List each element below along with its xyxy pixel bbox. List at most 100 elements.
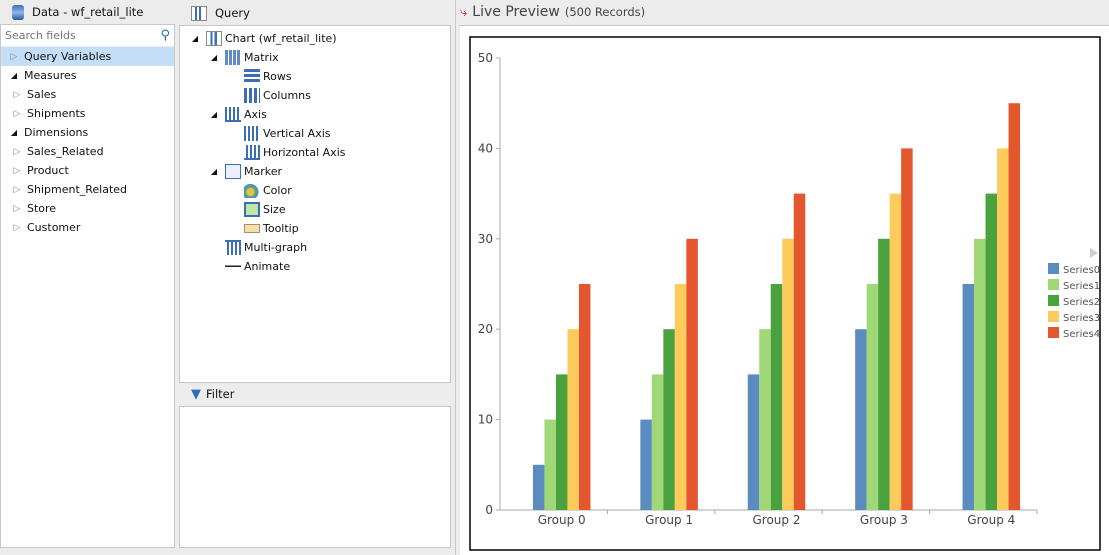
tree-item-label: Product bbox=[27, 164, 69, 177]
bar-series4-group-0 bbox=[578, 284, 591, 510]
tree-item-label: Customer bbox=[27, 221, 81, 234]
tree-item-label: Shipment_Related bbox=[27, 183, 128, 196]
query-item-label: Rows bbox=[263, 70, 292, 83]
collapsed-arrow-icon[interactable]: ▷ bbox=[7, 52, 21, 62]
query-item-chart-wf-retail-lite-[interactable]: ◢ Chart (wf_retail_lite) bbox=[180, 29, 450, 48]
collapsed-arrow-icon[interactable]: ▷ bbox=[10, 166, 24, 176]
query-item-label: Color bbox=[263, 184, 292, 197]
filter-panel[interactable] bbox=[179, 406, 451, 548]
query-item-label: Animate bbox=[244, 260, 291, 273]
bar-series0-group-2 bbox=[747, 374, 760, 510]
horizontal-axis-icon bbox=[244, 145, 260, 160]
tree-item-dimensions[interactable]: ◢ Dimensions bbox=[1, 123, 174, 142]
tree-item-query-variables[interactable]: ▷ Query Variables bbox=[1, 47, 174, 66]
record-count: (500 Records) bbox=[564, 5, 646, 19]
marker-icon bbox=[225, 164, 241, 179]
tree-item-sales-related[interactable]: ▷ Sales_Related bbox=[1, 142, 174, 161]
multigraph-icon bbox=[225, 240, 241, 255]
animate-icon bbox=[225, 259, 241, 274]
tree-item-product[interactable]: ▷ Product bbox=[1, 161, 174, 180]
search-icon[interactable]: ⚲ bbox=[160, 28, 170, 43]
query-panel: ◢Chart (wf_retail_lite)◢Matrix◢Rows◢Colu… bbox=[179, 25, 451, 383]
y-tick-label: 10 bbox=[478, 413, 493, 427]
x-tick-label: Group 0 bbox=[538, 513, 586, 527]
collapsed-arrow-icon[interactable]: ▷ bbox=[10, 223, 24, 233]
vertical-axis-icon bbox=[244, 126, 260, 141]
collapsed-arrow-icon[interactable]: ▷ bbox=[10, 147, 24, 157]
collapsed-arrow-icon[interactable]: ▷ bbox=[10, 109, 24, 119]
size-icon bbox=[244, 202, 260, 217]
query-item-axis[interactable]: ◢ Axis bbox=[180, 105, 450, 124]
bar-series1-group-1 bbox=[651, 374, 664, 510]
tooltip-icon bbox=[244, 224, 260, 233]
x-tick-label: Group 1 bbox=[645, 513, 693, 527]
filter-panel-header: ▼ Filter bbox=[191, 382, 234, 406]
bar-series2-group-0 bbox=[555, 374, 568, 510]
expanded-arrow-icon[interactable]: ◢ bbox=[188, 34, 202, 43]
bar-series4-group-3 bbox=[901, 148, 913, 510]
query-item-color[interactable]: ◢Color bbox=[180, 181, 450, 200]
axis-icon bbox=[225, 107, 241, 122]
tree-item-label: Sales_Related bbox=[27, 145, 104, 158]
bar-series4-group-1 bbox=[686, 238, 698, 511]
tree-item-shipment-related[interactable]: ▷ Shipment_Related bbox=[1, 180, 174, 199]
expanded-arrow-icon[interactable]: ◢ bbox=[7, 128, 21, 137]
tree-item-customer[interactable]: ▷ Customer bbox=[1, 218, 174, 237]
x-tick-label: Group 2 bbox=[753, 513, 801, 527]
bar-series0-group-0 bbox=[532, 464, 545, 510]
tree-item-shipments[interactable]: ▷ Shipments bbox=[1, 104, 174, 123]
bar-series4-group-4 bbox=[1008, 103, 1021, 510]
tree-item-label: Store bbox=[27, 202, 57, 215]
expanded-arrow-icon[interactable]: ◢ bbox=[207, 53, 221, 62]
expanded-arrow-icon[interactable]: ◢ bbox=[207, 110, 221, 119]
search-input[interactable] bbox=[5, 29, 161, 42]
query-item-marker[interactable]: ◢ Marker bbox=[180, 162, 450, 181]
legend-swatch bbox=[1048, 327, 1059, 338]
query-item-label: Size bbox=[263, 203, 286, 216]
search-box[interactable]: ⚲ bbox=[1, 25, 174, 47]
expanded-arrow-icon[interactable]: ◢ bbox=[207, 167, 221, 176]
query-item-columns[interactable]: ◢Columns bbox=[180, 86, 450, 105]
query-item-matrix[interactable]: ◢ Matrix bbox=[180, 48, 450, 67]
query-item-tooltip[interactable]: ◢Tooltip bbox=[180, 219, 450, 238]
legend-swatch bbox=[1048, 279, 1059, 290]
columns-icon bbox=[244, 88, 260, 103]
query-item-multi-graph[interactable]: ◢Multi-graph bbox=[180, 238, 450, 257]
query-item-label: Axis bbox=[244, 108, 267, 121]
query-item-rows[interactable]: ◢Rows bbox=[180, 67, 450, 86]
query-item-label: Tooltip bbox=[263, 222, 299, 235]
expanded-arrow-icon[interactable]: ◢ bbox=[7, 71, 21, 80]
y-tick-label: 50 bbox=[478, 51, 493, 65]
legend-swatch bbox=[1048, 311, 1059, 322]
bar-series2-group-2 bbox=[770, 284, 783, 510]
bar-series0-group-4 bbox=[962, 284, 975, 510]
query-item-vertical-axis[interactable]: ◢Vertical Axis bbox=[180, 124, 450, 143]
tree-item-label: Sales bbox=[27, 88, 57, 101]
tree-item-sales[interactable]: ▷ Sales bbox=[1, 85, 174, 104]
query-item-label: Columns bbox=[263, 89, 311, 102]
chart-icon bbox=[206, 31, 222, 46]
query-item-animate[interactable]: ◢Animate bbox=[180, 257, 450, 276]
query-item-label: Horizontal Axis bbox=[263, 146, 346, 159]
query-item-label: Multi-graph bbox=[244, 241, 308, 254]
bar-chart: 0 10 20 30 40 50 Group 0 Group 1 Group 2 Group 3 G… bbox=[469, 36, 1101, 551]
tree-item-label: Dimensions bbox=[24, 126, 89, 139]
live-preview-icon: ⤷ bbox=[460, 4, 468, 20]
bar-series2-group-3 bbox=[878, 238, 890, 511]
chart-icon bbox=[191, 5, 207, 21]
bar-series4-group-2 bbox=[793, 193, 806, 510]
rows-icon bbox=[244, 69, 260, 84]
query-item-horizontal-axis[interactable]: ◢Horizontal Axis bbox=[180, 143, 450, 162]
preview-area: 0 10 20 30 40 50 Group 0 Group 1 Group 2 Group 3 G… bbox=[460, 26, 1109, 555]
collapsed-arrow-icon[interactable]: ▷ bbox=[10, 90, 24, 100]
query-item-size[interactable]: ◢Size bbox=[180, 200, 450, 219]
collapsed-arrow-icon[interactable]: ▷ bbox=[10, 185, 24, 195]
y-tick-label: 0 bbox=[485, 503, 493, 517]
tree-item-store[interactable]: ▷ Store bbox=[1, 199, 174, 218]
y-tick-label: 20 bbox=[478, 322, 493, 336]
color-icon bbox=[244, 183, 260, 198]
collapsed-arrow-icon[interactable]: ▷ bbox=[10, 204, 24, 214]
tree-item-measures[interactable]: ◢ Measures bbox=[1, 66, 174, 85]
bar-series1-group-4 bbox=[974, 238, 986, 511]
query-item-label: Matrix bbox=[244, 51, 279, 64]
